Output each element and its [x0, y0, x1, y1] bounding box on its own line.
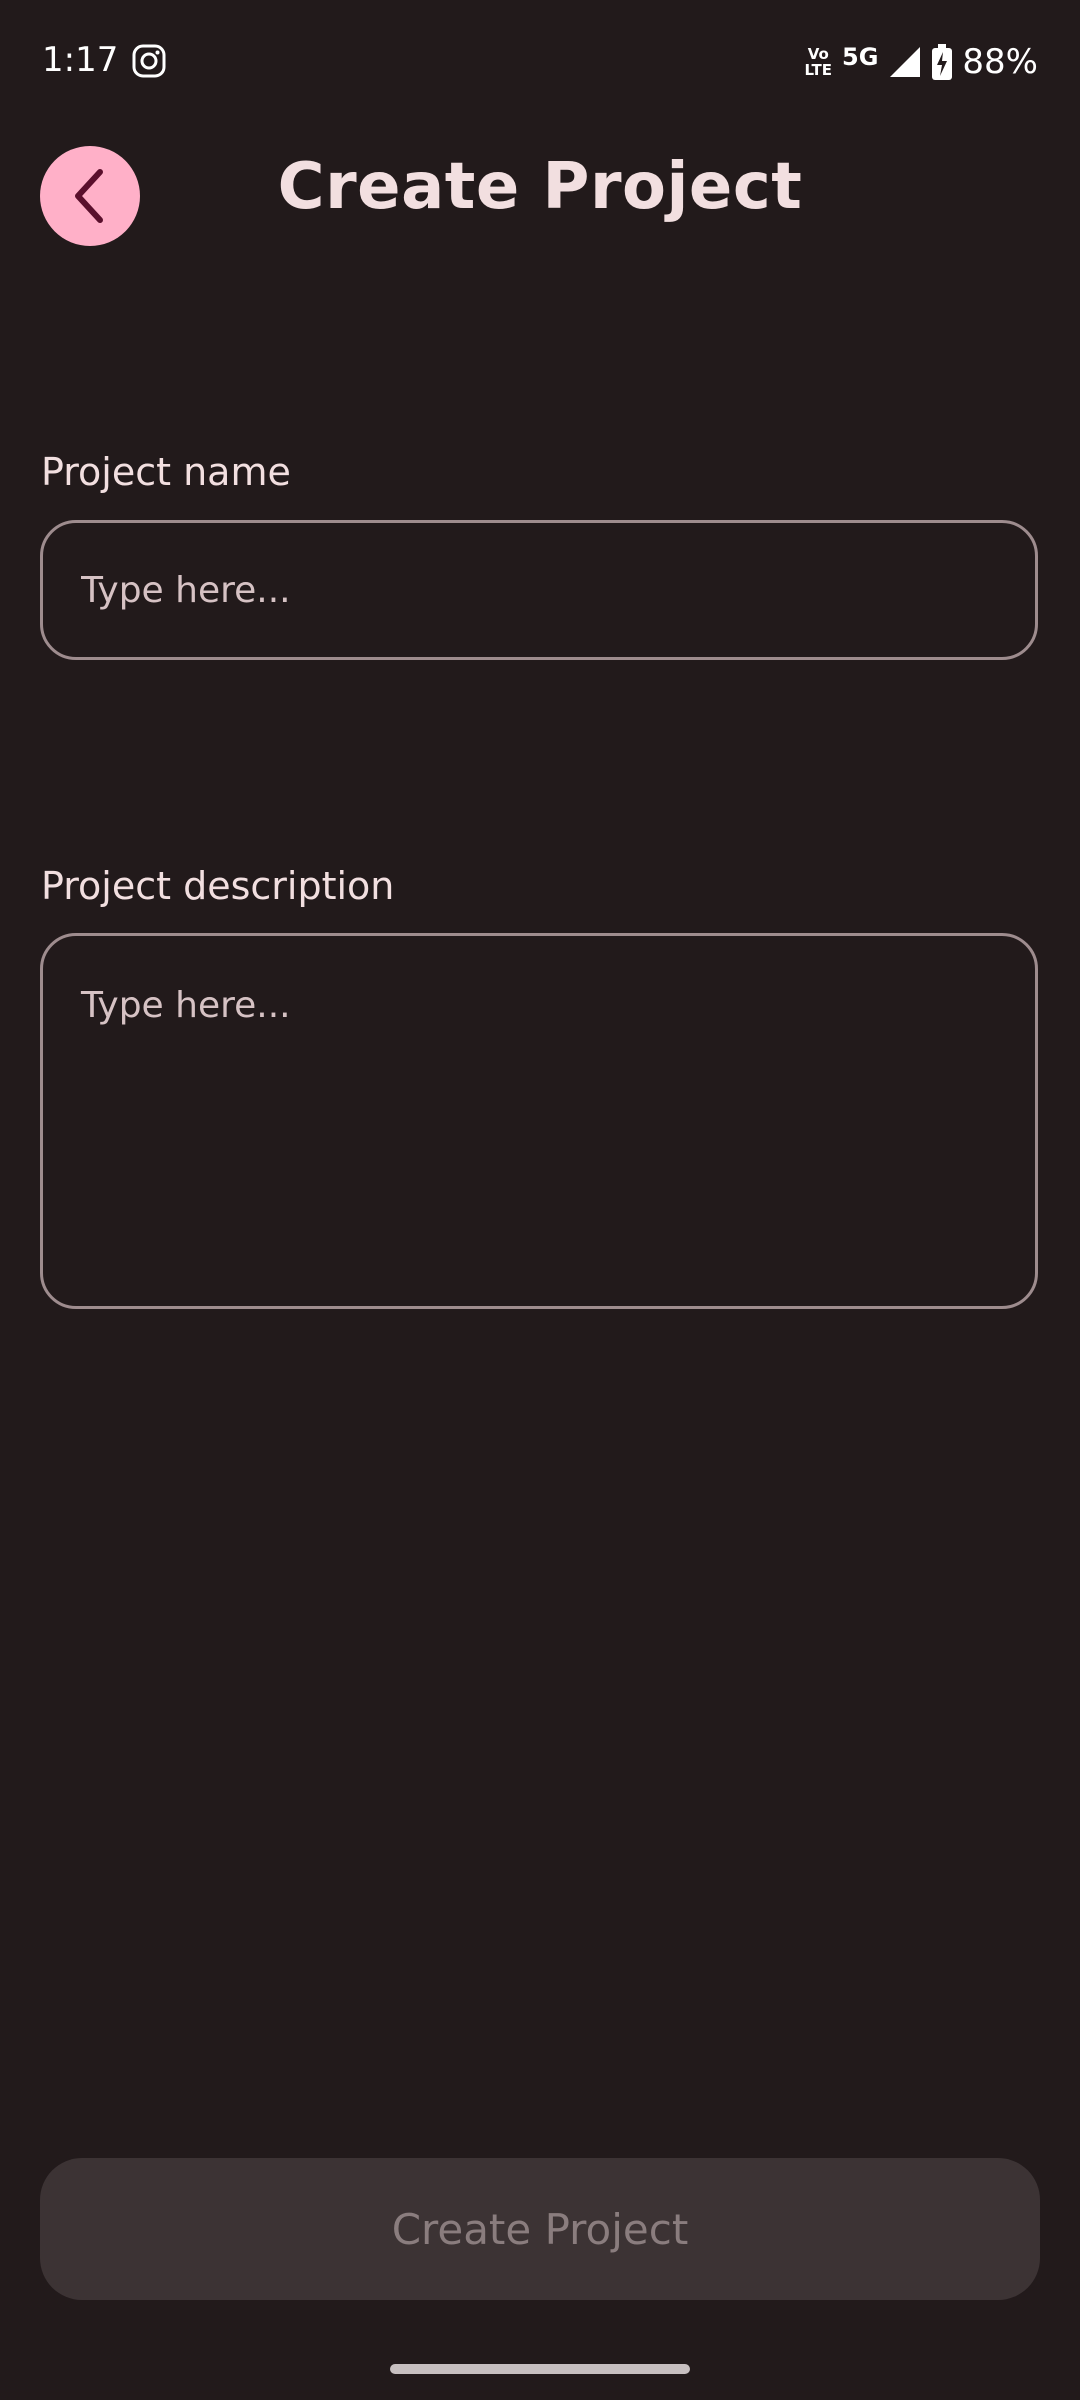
battery-percent: 88% [962, 42, 1038, 82]
volte-indicator: Vo LTE [804, 45, 833, 79]
project-name-label: Project name [41, 450, 291, 494]
battery-charging-icon [932, 44, 953, 80]
page-title: Create Project [277, 150, 803, 224]
project-name-input[interactable] [40, 520, 1038, 660]
status-bar: 1:17 Vo LTE 5G 88% [0, 0, 1080, 120]
status-icons: Vo LTE 5G 88% [804, 40, 1038, 84]
create-project-button[interactable]: Create Project [40, 2158, 1040, 2300]
project-description-input[interactable] [40, 933, 1038, 1309]
status-time: 1:17 [42, 40, 119, 80]
instagram-icon [132, 44, 166, 78]
home-indicator[interactable] [390, 2364, 690, 2374]
signal-icon [890, 47, 921, 77]
create-project-screen: 1:17 Vo LTE 5G 88% Create Project Projec… [0, 0, 1080, 2400]
network-type: 5G [842, 43, 879, 71]
project-description-label: Project description [41, 864, 395, 908]
